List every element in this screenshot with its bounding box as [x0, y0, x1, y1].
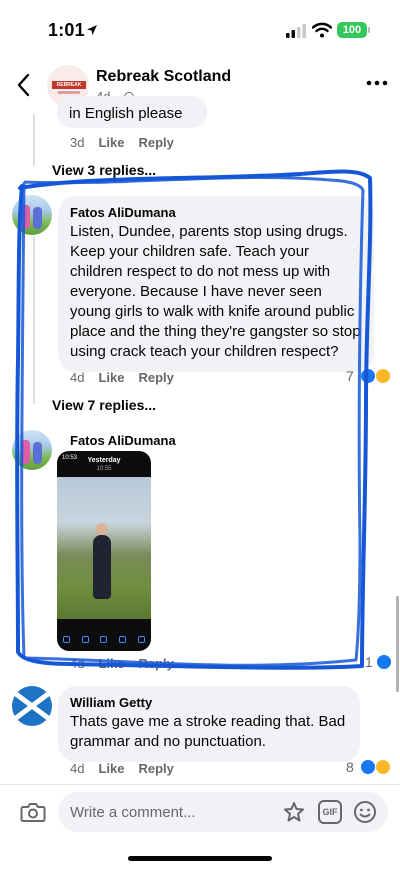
- camera-icon[interactable]: [20, 801, 46, 823]
- status-bar: 1:01 100: [0, 0, 400, 56]
- cellular-signal-icon: [286, 24, 306, 38]
- wifi-icon: [312, 22, 332, 38]
- reaction-count[interactable]: 1: [365, 654, 373, 670]
- location-arrow-icon: [87, 25, 97, 35]
- comment-text: Listen, Dundee, parents stop using drugs…: [70, 223, 361, 360]
- reaction-count[interactable]: 7: [346, 368, 354, 384]
- thread-line: [33, 114, 35, 166]
- comment-author[interactable]: William Getty: [70, 694, 348, 712]
- heart-icon: [81, 635, 89, 643]
- comment-time: 4d: [70, 656, 85, 671]
- battery-cap: [368, 27, 370, 33]
- avatar[interactable]: [12, 430, 52, 470]
- comment-bubble: William Getty Thats gave me a stroke rea…: [58, 686, 360, 762]
- attachment-photo: [57, 477, 151, 619]
- attachment-toolbar: [57, 627, 151, 651]
- avatar[interactable]: [12, 195, 52, 235]
- like-reaction-icon: [360, 759, 376, 775]
- reply-button[interactable]: Reply: [138, 656, 173, 671]
- comment-actions: 4d Like Reply: [70, 761, 188, 776]
- view-replies-link[interactable]: View 7 replies...: [52, 397, 156, 413]
- comment-time: 4d: [70, 370, 85, 385]
- edit-icon: [119, 635, 127, 643]
- avatar-figure: [33, 442, 42, 464]
- avatar-figure: [33, 207, 42, 229]
- haha-reaction-icon: [375, 368, 391, 384]
- attachment-header: 10:53 Yesterday 10:55: [57, 451, 151, 475]
- page-logo: REBREAK NEWS: [52, 81, 86, 96]
- comment-time: 3d: [70, 135, 85, 150]
- attachment-time: 10:55: [96, 466, 112, 472]
- comment-actions: 3d Like Reply: [70, 135, 188, 150]
- comment-time: 4d: [70, 761, 85, 776]
- avatar[interactable]: [12, 686, 52, 726]
- comment-actions: 4d Like Reply: [70, 370, 188, 385]
- like-button[interactable]: Like: [98, 370, 124, 385]
- comment-bubble-partial: in English please: [57, 96, 207, 128]
- gif-icon[interactable]: GIF: [318, 800, 342, 824]
- view-replies-link[interactable]: View 3 replies...: [52, 162, 156, 178]
- photo-person: [93, 535, 111, 599]
- haha-reaction-icon: [375, 759, 391, 775]
- emoji-icon[interactable]: [353, 800, 377, 824]
- sticker-icon[interactable]: [282, 800, 306, 824]
- more-options-icon[interactable]: [366, 76, 388, 90]
- trash-icon: [138, 635, 146, 643]
- comment-image-attachment[interactable]: 10:53 Yesterday 10:55: [57, 451, 151, 651]
- back-icon[interactable]: [14, 72, 34, 98]
- page-logo-underline: [58, 91, 80, 94]
- like-reaction-icon: [376, 654, 392, 670]
- info-icon: [100, 635, 108, 643]
- reply-button[interactable]: Reply: [138, 761, 173, 776]
- comment-bubble: Fatos AliDumana Listen, Dundee, parents …: [58, 196, 374, 372]
- saltire-flag-icon: [14, 692, 50, 720]
- like-reaction-icon: [360, 368, 376, 384]
- attachment-status-time: 10:53: [62, 455, 78, 461]
- comment-text: Thats gave me a stroke reading that. Bad…: [70, 713, 346, 750]
- like-button[interactable]: Like: [98, 761, 124, 776]
- reply-button[interactable]: Reply: [138, 370, 173, 385]
- reaction-count[interactable]: 8: [346, 759, 354, 775]
- comment-composer: GIF: [0, 784, 400, 840]
- page-name[interactable]: Rebreak Scotland: [96, 68, 231, 86]
- avatar-figure: [21, 440, 30, 464]
- thread-line: [33, 236, 35, 404]
- status-time: 1:01: [48, 20, 85, 40]
- home-indicator[interactable]: [128, 856, 272, 861]
- comment-text: in English please: [69, 105, 183, 122]
- like-button[interactable]: Like: [98, 135, 124, 150]
- comment-actions: 4d Like Reply: [70, 656, 188, 671]
- battery-indicator: 100: [337, 22, 367, 38]
- scrollbar[interactable]: [396, 596, 399, 692]
- comment-author[interactable]: Fatos AliDumana: [70, 204, 362, 222]
- share-icon: [62, 635, 70, 643]
- reply-button[interactable]: Reply: [138, 135, 173, 150]
- like-button[interactable]: Like: [98, 656, 124, 671]
- avatar-figure: [21, 205, 30, 229]
- comment-author[interactable]: Fatos AliDumana: [70, 432, 176, 450]
